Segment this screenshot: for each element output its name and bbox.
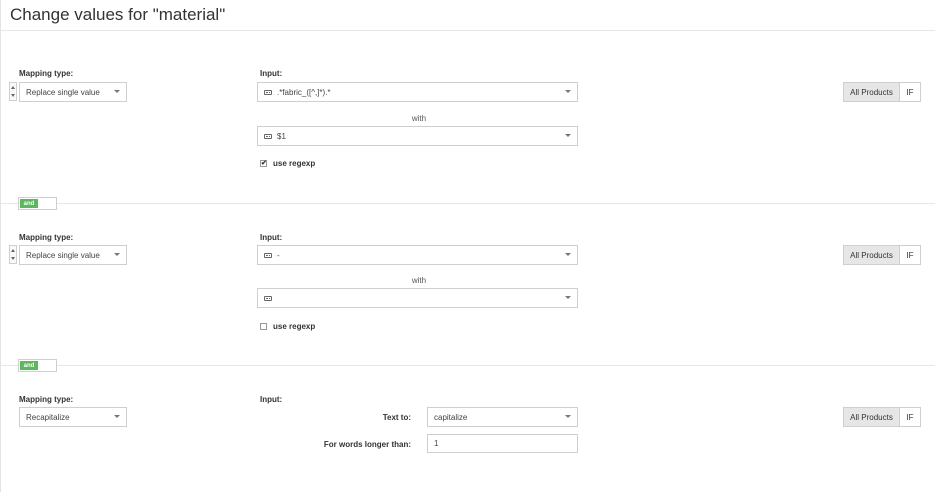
keyboard-icon	[264, 295, 272, 301]
chevron-down-icon	[565, 415, 571, 418]
mapping-type-select[interactable]: Replace single value	[19, 245, 127, 265]
mapping-type-value: Replace single value	[26, 87, 100, 97]
reorder-stepper[interactable]	[9, 82, 17, 101]
input-value: -	[277, 250, 280, 260]
with-label: with	[411, 276, 427, 285]
chevron-down-icon	[565, 296, 571, 299]
mapping-type-value: Replace single value	[26, 250, 100, 260]
with-select[interactable]: $1	[257, 126, 578, 146]
all-products-button[interactable]: All Products	[844, 83, 900, 101]
scope-toggle: All Products IF	[843, 407, 921, 427]
title-divider	[0, 30, 935, 31]
use-regexp-label: use regexp	[273, 159, 316, 168]
with-label: with	[411, 114, 427, 123]
input-select[interactable]: .*fabric_([^,]*).*	[257, 82, 578, 102]
use-regexp-label: use regexp	[273, 322, 316, 331]
input-select[interactable]: -	[257, 245, 578, 265]
mapping-type-select[interactable]: Replace single value	[19, 82, 127, 102]
and-label: and	[20, 361, 38, 370]
input-label: Input:	[260, 69, 283, 78]
use-regexp-checkbox[interactable]: ✔	[260, 160, 267, 167]
all-products-button[interactable]: All Products	[844, 246, 900, 264]
keyboard-icon	[264, 133, 272, 139]
and-label: and	[20, 199, 38, 208]
mapping-type-label: Mapping type:	[19, 395, 74, 404]
mapping-type-value: Recapitalize	[26, 412, 70, 422]
use-regexp-row[interactable]: use regexp	[260, 322, 315, 331]
and-toggle[interactable]: and	[18, 197, 57, 210]
input-value: .*fabric_([^,]*).*	[277, 87, 331, 97]
scope-toggle: All Products IF	[843, 82, 921, 102]
left-edge	[0, 0, 1, 492]
chevron-down-icon	[114, 90, 120, 93]
page-title: Change values for "material"	[10, 5, 226, 24]
mapping-type-label: Mapping type:	[19, 233, 74, 242]
if-button[interactable]: IF	[900, 246, 920, 264]
text-to-label: Text to:	[382, 413, 411, 422]
keyboard-icon	[264, 252, 272, 258]
all-products-button[interactable]: All Products	[844, 408, 900, 426]
use-regexp-row[interactable]: ✔ use regexp	[260, 159, 315, 168]
with-value: $1	[277, 131, 286, 141]
chevron-down-icon	[114, 415, 120, 418]
scope-toggle: All Products IF	[843, 245, 921, 265]
if-button[interactable]: IF	[900, 408, 920, 426]
rule-divider	[0, 203, 935, 204]
keyboard-icon	[264, 89, 272, 95]
chevron-down-icon	[114, 253, 120, 256]
chevron-down-icon	[565, 90, 571, 93]
use-regexp-checkbox[interactable]	[260, 323, 267, 330]
input-label: Input:	[260, 395, 283, 404]
and-toggle[interactable]: and	[18, 359, 57, 372]
mapping-type-select[interactable]: Recapitalize	[19, 407, 127, 427]
chevron-down-icon	[565, 253, 571, 256]
text-to-value: capitalize	[434, 412, 468, 422]
reorder-stepper[interactable]	[9, 245, 17, 264]
text-to-select[interactable]: capitalize	[427, 407, 578, 427]
chevron-down-icon	[565, 134, 571, 137]
mapping-type-label: Mapping type:	[19, 69, 74, 78]
rule-divider	[0, 365, 935, 366]
if-button[interactable]: IF	[900, 83, 920, 101]
with-select[interactable]	[257, 288, 578, 308]
input-label: Input:	[260, 233, 283, 242]
words-longer-input[interactable]: 1	[427, 434, 578, 453]
words-longer-value: 1	[434, 439, 439, 448]
words-longer-label: For words longer than:	[323, 440, 411, 449]
